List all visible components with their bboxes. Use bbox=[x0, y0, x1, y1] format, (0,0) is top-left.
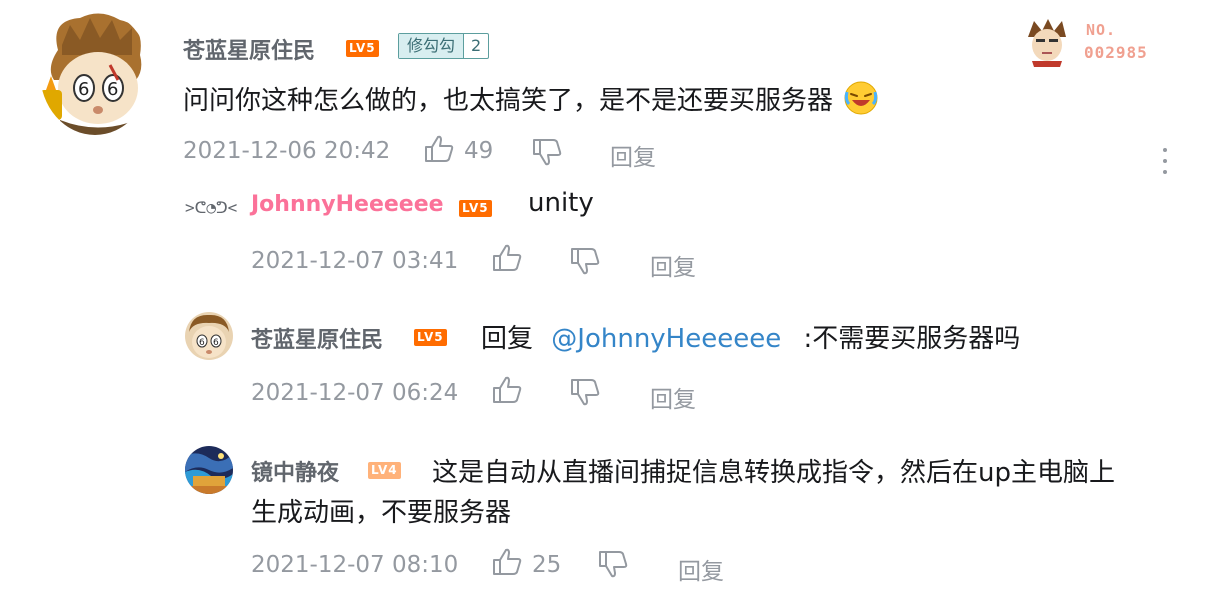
reply-username[interactable]: 苍蓝星原住民 bbox=[251, 322, 383, 354]
thumbs-up-icon[interactable] bbox=[424, 135, 454, 163]
avatar[interactable]: 6 6 bbox=[185, 312, 233, 360]
thumbs-up-icon[interactable] bbox=[492, 244, 522, 272]
thumbs-down-icon[interactable] bbox=[598, 550, 628, 578]
decoration-card[interactable]: NO. 002985 bbox=[1020, 15, 1170, 70]
level-badge: LV4 bbox=[368, 462, 401, 479]
svg-text:6: 6 bbox=[78, 79, 89, 100]
thumbs-down-icon[interactable] bbox=[570, 247, 600, 275]
svg-text:6: 6 bbox=[199, 338, 205, 348]
decoration-number: 002985 bbox=[1084, 43, 1148, 62]
thumbs-down-icon[interactable] bbox=[532, 138, 562, 166]
decoration-label: NO. bbox=[1086, 21, 1117, 39]
comment-timestamp: 2021-12-06 20:42 bbox=[183, 138, 391, 164]
level-badge: LV5 bbox=[346, 40, 379, 57]
reply-username[interactable]: 镜中静夜 bbox=[251, 455, 339, 487]
laughing-emoji-icon bbox=[843, 80, 879, 123]
comment-text: 问问你这种怎么做的，也太搞笑了，是不是还要买服务器 bbox=[183, 80, 879, 123]
fan-medal[interactable]: 修勾勾 2 bbox=[398, 33, 490, 59]
level-badge: LV5 bbox=[414, 329, 447, 346]
reply-button[interactable]: 回复 bbox=[678, 552, 724, 586]
reply-timestamp: 2021-12-07 06:24 bbox=[251, 380, 459, 406]
avatar[interactable]: 6 6 bbox=[40, 10, 150, 135]
reply-username[interactable]: JohnnyHeeeeee bbox=[251, 192, 444, 217]
reply-text: 回复 @JohnnyHeeeeee :不需要买服务器吗 bbox=[481, 318, 1020, 355]
reply-timestamp: 2021-12-07 03:41 bbox=[251, 248, 459, 274]
reply-button[interactable]: 回复 bbox=[610, 138, 656, 172]
reply-button[interactable]: 回复 bbox=[650, 380, 696, 414]
username-prefix: >ᕦ◔ᕤ< bbox=[185, 198, 238, 217]
fan-medal-name: 修勾勾 bbox=[399, 34, 465, 58]
mention-link[interactable]: @JohnnyHeeeeee bbox=[551, 324, 781, 354]
svg-text:6: 6 bbox=[213, 338, 219, 348]
fan-medal-level: 2 bbox=[471, 36, 482, 55]
reply-text: unity bbox=[528, 188, 594, 218]
reply-text-line2: 生成动画，不要服务器 bbox=[251, 498, 512, 528]
reply-word: 回复 bbox=[481, 324, 534, 354]
thumbs-down-icon[interactable] bbox=[570, 378, 600, 406]
reply-timestamp: 2021-12-07 08:10 bbox=[251, 552, 459, 578]
like-count: 49 bbox=[464, 138, 494, 164]
more-vertical-icon[interactable] bbox=[1160, 148, 1170, 178]
avatar[interactable] bbox=[185, 446, 233, 494]
reply-text-body: :不需要买服务器吗 bbox=[803, 324, 1021, 354]
reply-text-line1: 这是自动从直播间捕捉信息转换成指令，然后在up主电脑上 bbox=[432, 458, 1115, 488]
level-badge: LV5 bbox=[459, 200, 492, 217]
thumbs-up-icon[interactable] bbox=[492, 376, 522, 404]
svg-text:6: 6 bbox=[107, 79, 118, 100]
decoration-avatar-icon bbox=[1028, 19, 1066, 67]
username[interactable]: 苍蓝星原住民 bbox=[183, 33, 315, 65]
thumbs-up-icon[interactable] bbox=[492, 548, 522, 576]
reply-button[interactable]: 回复 bbox=[650, 248, 696, 282]
comment-text-body: 问问你这种怎么做的，也太搞笑了，是不是还要买服务器 bbox=[183, 86, 834, 116]
like-count: 25 bbox=[532, 552, 562, 578]
